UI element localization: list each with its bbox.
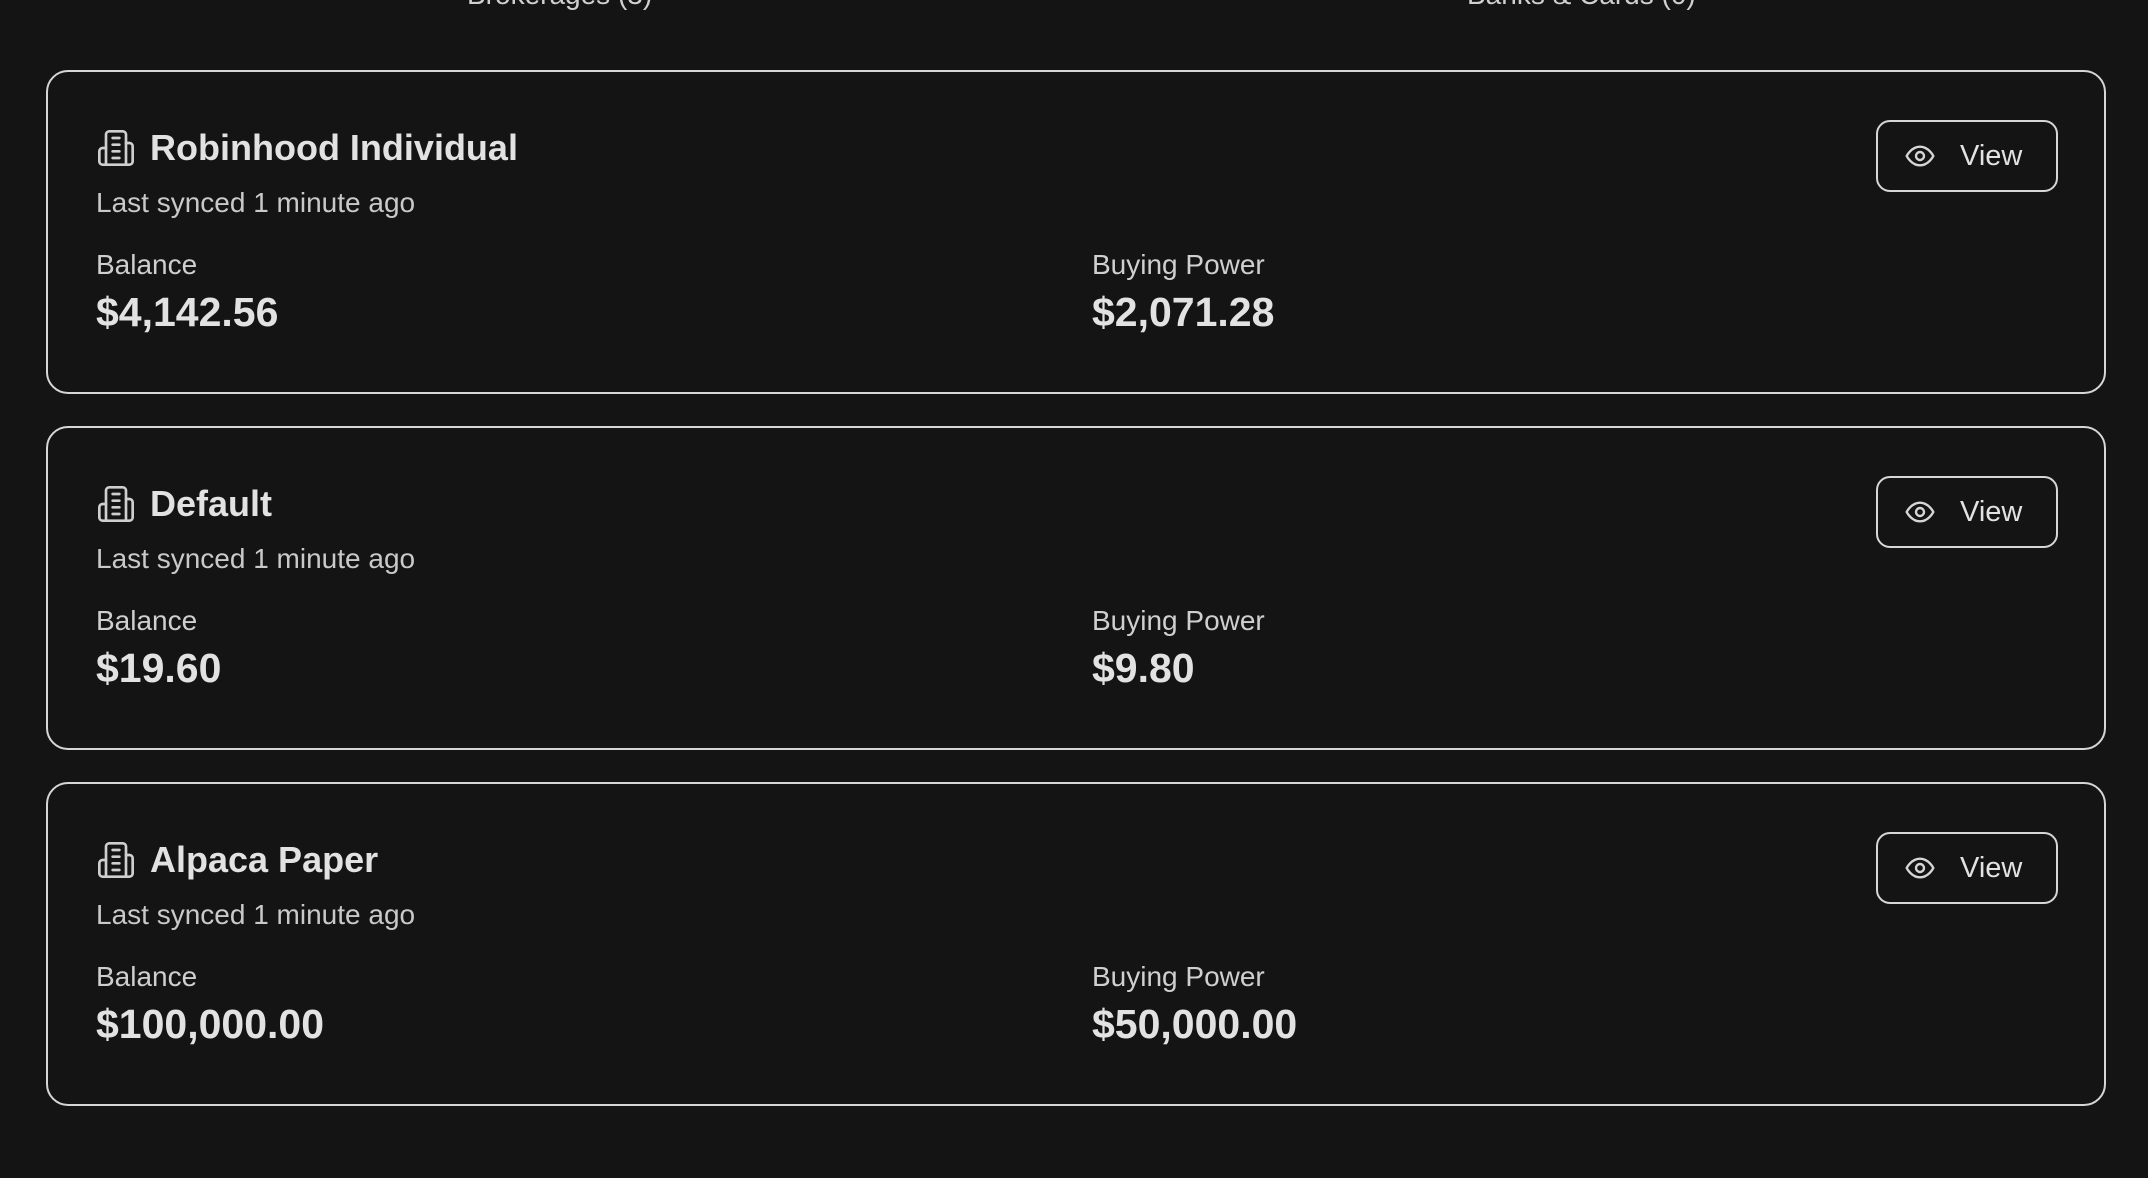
accounts-page: Brokerages (3) Banks & Cards (0) Robinho…: [0, 0, 2148, 1178]
account-name: Alpaca Paper: [150, 839, 379, 880]
account-card-default: Default Last synced 1 minute ago Balance…: [46, 426, 2106, 750]
building-icon: [96, 128, 136, 168]
eye-icon: [1904, 140, 1936, 172]
buying-power-value: $2,071.28: [1092, 289, 1275, 335]
balance-metric: Balance $100,000.00: [96, 960, 324, 1048]
balance-label: Balance: [96, 249, 198, 280]
buying-power-value: $50,000.00: [1092, 1001, 1298, 1047]
tab-brokerages[interactable]: Brokerages (3): [467, 0, 652, 12]
eye-icon: [1904, 852, 1936, 884]
sync-status: Last synced 1 minute ago: [96, 187, 416, 218]
balance-label: Balance: [96, 961, 198, 992]
account-card-robinhood-individual: Robinhood Individual Last synced 1 minut…: [46, 70, 2106, 394]
building-icon: [96, 840, 136, 880]
balance-value: $4,142.56: [96, 289, 279, 335]
balance-label: Balance: [96, 605, 198, 636]
view-button[interactable]: View: [1876, 832, 2058, 904]
account-card-header: Default: [96, 482, 272, 526]
eye-icon: [1904, 496, 1936, 528]
buying-power-metric: Buying Power $50,000.00: [1092, 960, 1297, 1048]
buying-power-label: Buying Power: [1092, 249, 1265, 280]
view-button[interactable]: View: [1876, 120, 2058, 192]
view-button[interactable]: View: [1876, 476, 2058, 548]
account-card-header: Alpaca Paper: [96, 838, 378, 882]
sync-status: Last synced 1 minute ago: [96, 543, 416, 574]
view-button-label: View: [1960, 140, 2023, 172]
balance-value: $19.60: [96, 645, 222, 691]
buying-power-label: Buying Power: [1092, 961, 1265, 992]
buying-power-value: $9.80: [1092, 645, 1195, 691]
tab-banks-cards[interactable]: Banks & Cards (0): [1467, 0, 1696, 12]
sync-status: Last synced 1 minute ago: [96, 899, 416, 930]
view-button-label: View: [1960, 852, 2023, 884]
account-card-header: Robinhood Individual: [96, 126, 518, 170]
buying-power-metric: Buying Power $2,071.28: [1092, 248, 1274, 336]
buying-power-metric: Buying Power $9.80: [1092, 604, 1265, 692]
building-icon: [96, 484, 136, 524]
balance-value: $100,000.00: [96, 1001, 325, 1047]
account-name: Robinhood Individual: [150, 127, 518, 168]
balance-metric: Balance $4,142.56: [96, 248, 278, 336]
view-button-label: View: [1960, 496, 2023, 528]
buying-power-label: Buying Power: [1092, 605, 1265, 636]
account-name: Default: [150, 483, 273, 524]
balance-metric: Balance $19.60: [96, 604, 221, 692]
account-card-alpaca-paper: Alpaca Paper Last synced 1 minute ago Ba…: [46, 782, 2106, 1106]
account-type-tabs: Brokerages (3) Banks & Cards (0): [46, 0, 2106, 60]
